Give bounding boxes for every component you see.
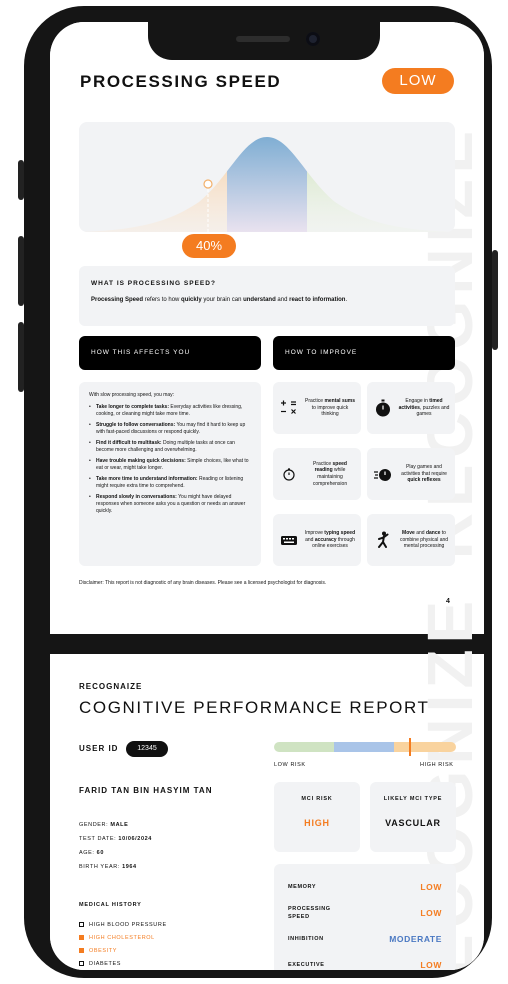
checkbox-unchecked (79, 961, 84, 966)
fast-timer-icon (372, 463, 394, 485)
test-date-field: TEST DATE: 10/06/2024 (79, 836, 152, 842)
score-row-processing-speed: PROCESSING SPEED LOW (288, 905, 442, 920)
speaker-grille (236, 36, 290, 42)
camera-icon (306, 32, 320, 46)
checkbox-checked (79, 948, 84, 953)
list-item: DIABETES (79, 957, 167, 970)
list-item: Respond slowly in conversations: You mig… (89, 494, 251, 515)
list-item: Have trouble making quick decisions: Sim… (89, 458, 251, 472)
stopwatch-icon (372, 397, 394, 419)
user-id-label: USER ID (79, 744, 119, 753)
definition-text: Processing Speed refers to how quickly y… (91, 297, 348, 303)
birth-year-field: BIRTH YEAR: 1964 (79, 864, 137, 870)
report-title: COGNITIVE PERFORMANCE REPORT (79, 698, 430, 717)
tip-card-dance: Move and dance to combine physical and m… (367, 514, 455, 566)
phone-screen[interactable]: RECOGNIZE PROCESSING SPEED LOW (50, 22, 484, 970)
list-item: Find it difficult to multitask: Doing mu… (89, 440, 251, 454)
definition-card: WHAT IS PROCESSING SPEED? Processing Spe… (79, 266, 455, 326)
tip-card-typing-speed: Improve typing speed and accuracy throug… (273, 514, 361, 566)
keyboard-icon (278, 529, 300, 551)
mci-type-label: LIKELY MCI TYPE (383, 796, 443, 802)
affects-card: With slow processing speed, you may: Tak… (79, 382, 261, 566)
affects-intro: With slow processing speed, you may: (89, 392, 175, 398)
mute-switch (18, 160, 24, 200)
medical-history-title: MEDICAL HISTORY (79, 902, 142, 908)
checkbox-checked (79, 935, 84, 940)
risk-bar (274, 742, 456, 752)
list-item: Struggle to follow conversations: You ma… (89, 422, 251, 436)
affects-list: Take longer to complete tasks: Everyday … (89, 404, 251, 515)
score-row-memory: MEMORY LOW (288, 882, 442, 892)
score-row-executive: EXECUTIVE LOW (288, 960, 442, 970)
list-item: OBESITY (79, 944, 167, 957)
risk-bar-low (274, 742, 335, 752)
timer-icon (278, 463, 300, 485)
volume-up-button (18, 236, 24, 306)
patient-name: FARID TAN BIN HASYIM TAN (79, 786, 213, 795)
high-region (307, 137, 455, 232)
risk-bar-high (394, 742, 456, 752)
disclaimer-text: Disclaimer: This report is not diagnosti… (79, 580, 327, 586)
tip-card-timed-activities: Engage in timed activities, puzzles and … (367, 382, 455, 434)
notch (148, 22, 380, 60)
list-item: Take more time to understand information… (89, 476, 251, 490)
low-region (79, 137, 227, 232)
score-marker-dot (203, 179, 213, 189)
dance-icon (372, 529, 394, 551)
average-region (227, 137, 307, 232)
mci-risk-label: MCI RISK (301, 796, 333, 802)
tip-card-mental-sums: Practice mental sums to improve quick th… (273, 382, 361, 434)
power-button (492, 250, 498, 350)
high-risk-label: HIGH RISK (420, 762, 454, 768)
brand-name: RECOGNAIZE (79, 682, 143, 691)
volume-down-button (18, 322, 24, 392)
improve-header: HOW TO IMPROVE (273, 336, 455, 370)
mci-type-value: VASCULAR (385, 818, 441, 828)
math-symbols-icon (278, 397, 300, 419)
definition-title: WHAT IS PROCESSING SPEED? (91, 280, 216, 287)
mci-type-card: LIKELY MCI TYPE VASCULAR (370, 782, 456, 852)
list-item: HIGH BLOOD PRESSURE (79, 918, 167, 931)
age-field: AGE: 60 (79, 850, 104, 856)
tip-card-speed-reading: Practice speed reading while maintaining… (273, 448, 361, 500)
page-number: 4 (446, 598, 450, 605)
mci-risk-value: HIGH (304, 818, 330, 828)
list-item: HIGH CHOLESTEROL (79, 931, 167, 944)
score-row-inhibition: INHIBITION MODERATE (288, 934, 442, 944)
tip-card-quick-reflexes: Play games and activities that require q… (367, 448, 455, 500)
gender-field: GENDER: MALE (79, 822, 129, 828)
risk-marker (408, 738, 411, 756)
checkbox-unchecked (79, 922, 84, 927)
percentile-badge: 40% (182, 234, 236, 258)
page-title: PROCESSING SPEED (80, 72, 282, 91)
level-badge: LOW (382, 68, 454, 94)
mci-risk-card: MCI RISK HIGH (274, 782, 360, 852)
page-separator (50, 634, 484, 654)
medical-history-list: HIGH BLOOD PRESSURE HIGH CHOLESTEROL OBE… (79, 918, 167, 970)
affects-header: HOW THIS AFFECTS YOU (79, 336, 261, 370)
low-risk-label: LOW RISK (274, 762, 306, 768)
domain-scores-card: MEMORY LOW PROCESSING SPEED LOW INHIBITION… (274, 864, 456, 970)
bell-curve-svg (79, 137, 455, 232)
user-id-badge: 12345 (126, 741, 168, 757)
risk-bar-mid (334, 742, 395, 752)
bell-curve-chart (79, 122, 455, 232)
list-item: Take longer to complete tasks: Everyday … (89, 404, 251, 418)
